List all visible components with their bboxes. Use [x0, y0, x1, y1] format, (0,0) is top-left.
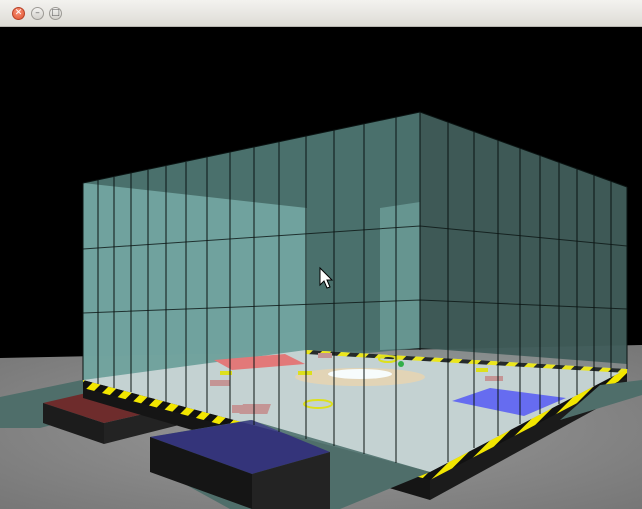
minimize-button[interactable]: – [31, 7, 44, 20]
title-bar[interactable]: ✕ – □ [0, 0, 642, 27]
close-button[interactable]: ✕ [12, 7, 25, 20]
app-window: ✕ – □ [0, 0, 642, 509]
maximize-button[interactable]: □ [49, 7, 62, 20]
close-icon: ✕ [14, 8, 23, 18]
minimize-icon: – [35, 8, 40, 18]
maximize-icon: □ [51, 8, 60, 18]
scene-svg[interactable] [0, 27, 642, 509]
3d-viewport[interactable] [0, 27, 642, 509]
